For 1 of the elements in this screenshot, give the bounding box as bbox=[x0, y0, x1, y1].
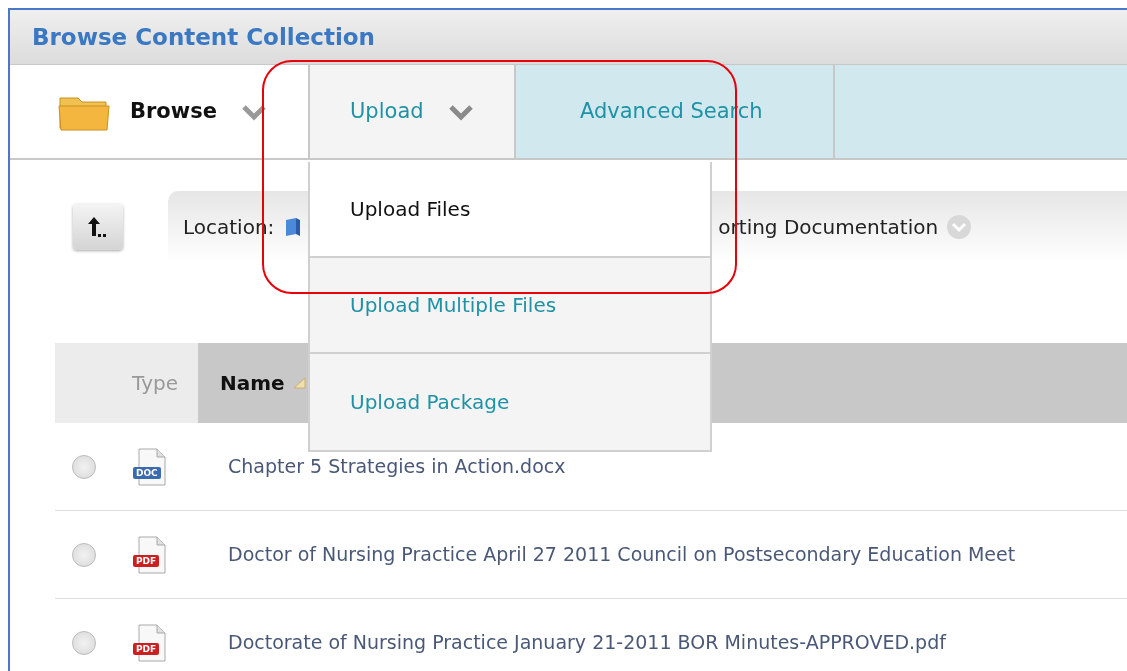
page-title: Browse Content Collection bbox=[32, 22, 375, 52]
